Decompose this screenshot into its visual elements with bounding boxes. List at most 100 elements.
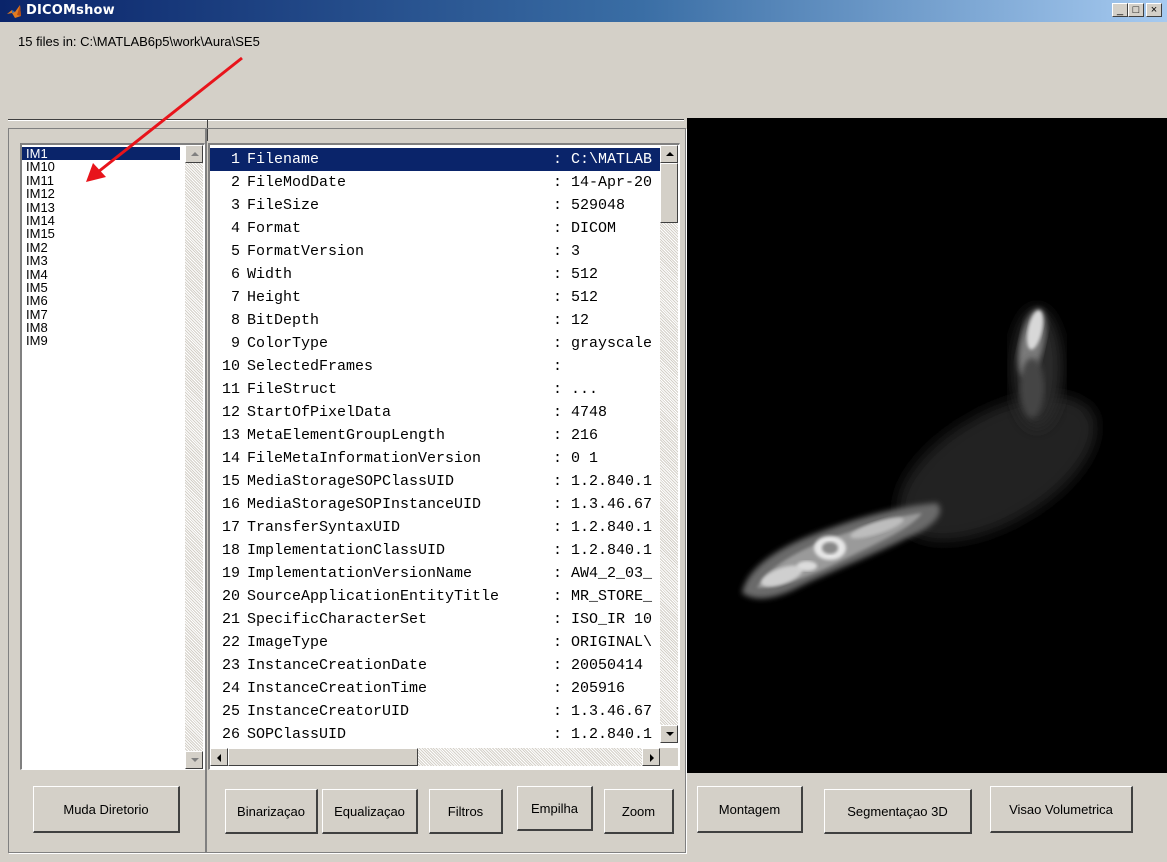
info-hscroll-thumb[interactable] bbox=[228, 748, 418, 766]
row-number: 10 bbox=[221, 358, 240, 375]
close-button[interactable]: × bbox=[1146, 3, 1162, 17]
list-item[interactable]: IM9 bbox=[22, 334, 180, 348]
field-value: 1.3.46.67 bbox=[571, 496, 653, 513]
info-row[interactable]: 9 ColorType: grayscale bbox=[210, 332, 660, 355]
info-horizontal-scrollbar[interactable] bbox=[210, 748, 660, 766]
scroll-down-button[interactable] bbox=[185, 751, 203, 769]
list-item[interactable]: IM3 bbox=[22, 254, 180, 268]
list-item[interactable]: IM4 bbox=[22, 267, 180, 281]
info-row[interactable]: 15 MediaStorageSOPClassUID:1.2.840.1 bbox=[210, 470, 660, 493]
info-row[interactable]: 24 InstanceCreationTime:205916 bbox=[210, 677, 660, 700]
list-item[interactable]: IM2 bbox=[22, 240, 180, 254]
info-row[interactable]: 18 ImplementationClassUID:1.2.840.1 bbox=[210, 539, 660, 562]
info-row[interactable]: 22 ImageType: ORIGINAL\ bbox=[210, 631, 660, 654]
row-number: 23 bbox=[221, 657, 240, 674]
row-number: 18 bbox=[221, 542, 240, 559]
montagem-button[interactable]: Montagem bbox=[697, 786, 803, 833]
list-item[interactable]: IM5 bbox=[22, 281, 180, 295]
field-value: 14-Apr-20 bbox=[571, 174, 653, 191]
mri-image bbox=[687, 118, 1167, 773]
info-row[interactable]: 17 TransferSyntaxUID:1.2.840.1 bbox=[210, 516, 660, 539]
field-name: MediaStorageSOPClassUID bbox=[247, 473, 455, 490]
row-number: 25 bbox=[221, 703, 240, 720]
info-scroll-left-button[interactable] bbox=[210, 748, 228, 766]
row-number: 24 bbox=[221, 680, 240, 697]
list-item[interactable]: IM10 bbox=[22, 160, 180, 174]
info-scroll-down-button[interactable] bbox=[660, 725, 678, 743]
list-item[interactable]: IM6 bbox=[22, 294, 180, 308]
field-value: ORIGINAL\ bbox=[571, 634, 653, 651]
info-row[interactable]: 8 BitDepth:12 bbox=[210, 309, 660, 332]
dicom-info-listbox[interactable]: 1 Filename: C:\MATLAB 2 FileModDate:14-Apr-2… bbox=[208, 143, 680, 770]
visao-volumetrica-button[interactable]: Visao Volumetrica bbox=[990, 786, 1133, 833]
list-item[interactable]: IM13 bbox=[22, 200, 180, 214]
info-row[interactable]: 2 FileModDate:14-Apr-20 bbox=[210, 171, 660, 194]
equalizacao-button[interactable]: Equalizaçao bbox=[322, 789, 418, 834]
maximize-button[interactable]: □ bbox=[1128, 3, 1144, 17]
field-name: FileModDate bbox=[247, 174, 347, 191]
field-value: MR_STORE_ bbox=[571, 588, 653, 605]
info-row[interactable]: 14 FileMetaInformationVersion:0 1 bbox=[210, 447, 660, 470]
info-row[interactable]: 16 MediaStorageSOPInstanceUID:1.3.46.67 bbox=[210, 493, 660, 516]
info-row[interactable]: 26 SOPClassUID:1.2.840.1 bbox=[210, 723, 660, 741]
info-scroll-right-button[interactable] bbox=[642, 748, 660, 766]
info-row[interactable]: 1 Filename: C:\MATLAB bbox=[210, 148, 660, 171]
field-name: TransferSyntaxUID bbox=[247, 519, 401, 536]
list-item[interactable]: IM15 bbox=[22, 227, 180, 241]
field-value: ... bbox=[571, 381, 599, 398]
row-number: 17 bbox=[221, 519, 240, 536]
image-display[interactable] bbox=[687, 118, 1167, 773]
list-item[interactable]: IM8 bbox=[22, 321, 180, 335]
field-separator: : bbox=[553, 565, 563, 582]
file-list-scrollbar[interactable] bbox=[185, 145, 203, 769]
list-item[interactable]: IM12 bbox=[22, 187, 180, 201]
info-row[interactable]: 12 StartOfPixelData:4748 bbox=[210, 401, 660, 424]
field-separator: : bbox=[553, 703, 563, 720]
empilha-button[interactable]: Empilha bbox=[517, 786, 593, 831]
info-scroll-up-button[interactable] bbox=[660, 145, 678, 163]
field-name: MetaElementGroupLength bbox=[247, 427, 446, 444]
field-separator: : bbox=[553, 588, 563, 605]
field-value: 216 bbox=[571, 427, 599, 444]
field-name: SpecificCharacterSet bbox=[247, 611, 428, 628]
info-row[interactable]: 7 Height:512 bbox=[210, 286, 660, 309]
scroll-up-button[interactable] bbox=[185, 145, 203, 163]
info-row[interactable]: 20 SourceApplicationEntityTitle: MR_STORE_ bbox=[210, 585, 660, 608]
muda-diretorio-button[interactable]: Muda Diretorio bbox=[33, 786, 180, 833]
file-listbox[interactable]: IM1 IM10 IM11 IM12 IM13 IM14 IM15 IM2 IM3 IM4 IM5 I… bbox=[20, 143, 205, 770]
info-row[interactable]: 6 Width:512 bbox=[210, 263, 660, 286]
info-row[interactable]: 23 InstanceCreationDate:20050414 bbox=[210, 654, 660, 677]
info-row[interactable]: 11 FileStruct:... bbox=[210, 378, 660, 401]
info-row[interactable]: 4 Format: DICOM bbox=[210, 217, 660, 240]
info-row[interactable]: 13 MetaElementGroupLength:216 bbox=[210, 424, 660, 447]
field-separator: : bbox=[553, 427, 563, 444]
info-row[interactable]: 10 SelectedFrames: bbox=[210, 355, 660, 378]
info-row[interactable]: 5 FormatVersion:3 bbox=[210, 240, 660, 263]
info-scroll-thumb[interactable] bbox=[660, 163, 678, 223]
field-separator: : bbox=[553, 611, 563, 628]
row-number: 3 bbox=[230, 197, 240, 214]
row-number: 4 bbox=[230, 220, 240, 237]
list-item[interactable]: IM7 bbox=[22, 307, 180, 321]
files-info-text: 15 files in: C:\MATLAB6p5\work\Aura\SE5 bbox=[18, 34, 260, 49]
info-vertical-scrollbar[interactable] bbox=[660, 145, 678, 743]
field-name: ImageType bbox=[247, 634, 329, 651]
row-number: 21 bbox=[221, 611, 240, 628]
info-row[interactable]: 19 ImplementationVersionName: AW4_2_03_ bbox=[210, 562, 660, 585]
zoom-button[interactable]: Zoom bbox=[604, 789, 674, 834]
list-item[interactable]: IM1 bbox=[22, 147, 180, 160]
info-row[interactable]: 25 InstanceCreatorUID:1.3.46.67 bbox=[210, 700, 660, 723]
info-row[interactable]: 21 SpecificCharacterSet: ISO_IR 10 bbox=[210, 608, 660, 631]
file-list-items: IM1 IM10 IM11 IM12 IM13 IM14 IM15 IM2 IM3 IM4 IM5 I… bbox=[22, 147, 180, 348]
binarizacao-button[interactable]: Binarizaçao bbox=[225, 789, 318, 834]
list-item[interactable]: IM14 bbox=[22, 214, 180, 228]
field-name: FormatVersion bbox=[247, 243, 365, 260]
arrow-up-icon bbox=[191, 152, 199, 156]
list-item[interactable]: IM11 bbox=[22, 173, 180, 187]
segmentacao-3d-button[interactable]: Segmentaçao 3D bbox=[824, 789, 972, 834]
row-number: 9 bbox=[230, 335, 240, 352]
minimize-button[interactable]: _ bbox=[1112, 3, 1128, 17]
info-row[interactable]: 3 FileSize:529048 bbox=[210, 194, 660, 217]
filtros-button[interactable]: Filtros bbox=[429, 789, 503, 834]
field-value: 512 bbox=[571, 289, 599, 306]
